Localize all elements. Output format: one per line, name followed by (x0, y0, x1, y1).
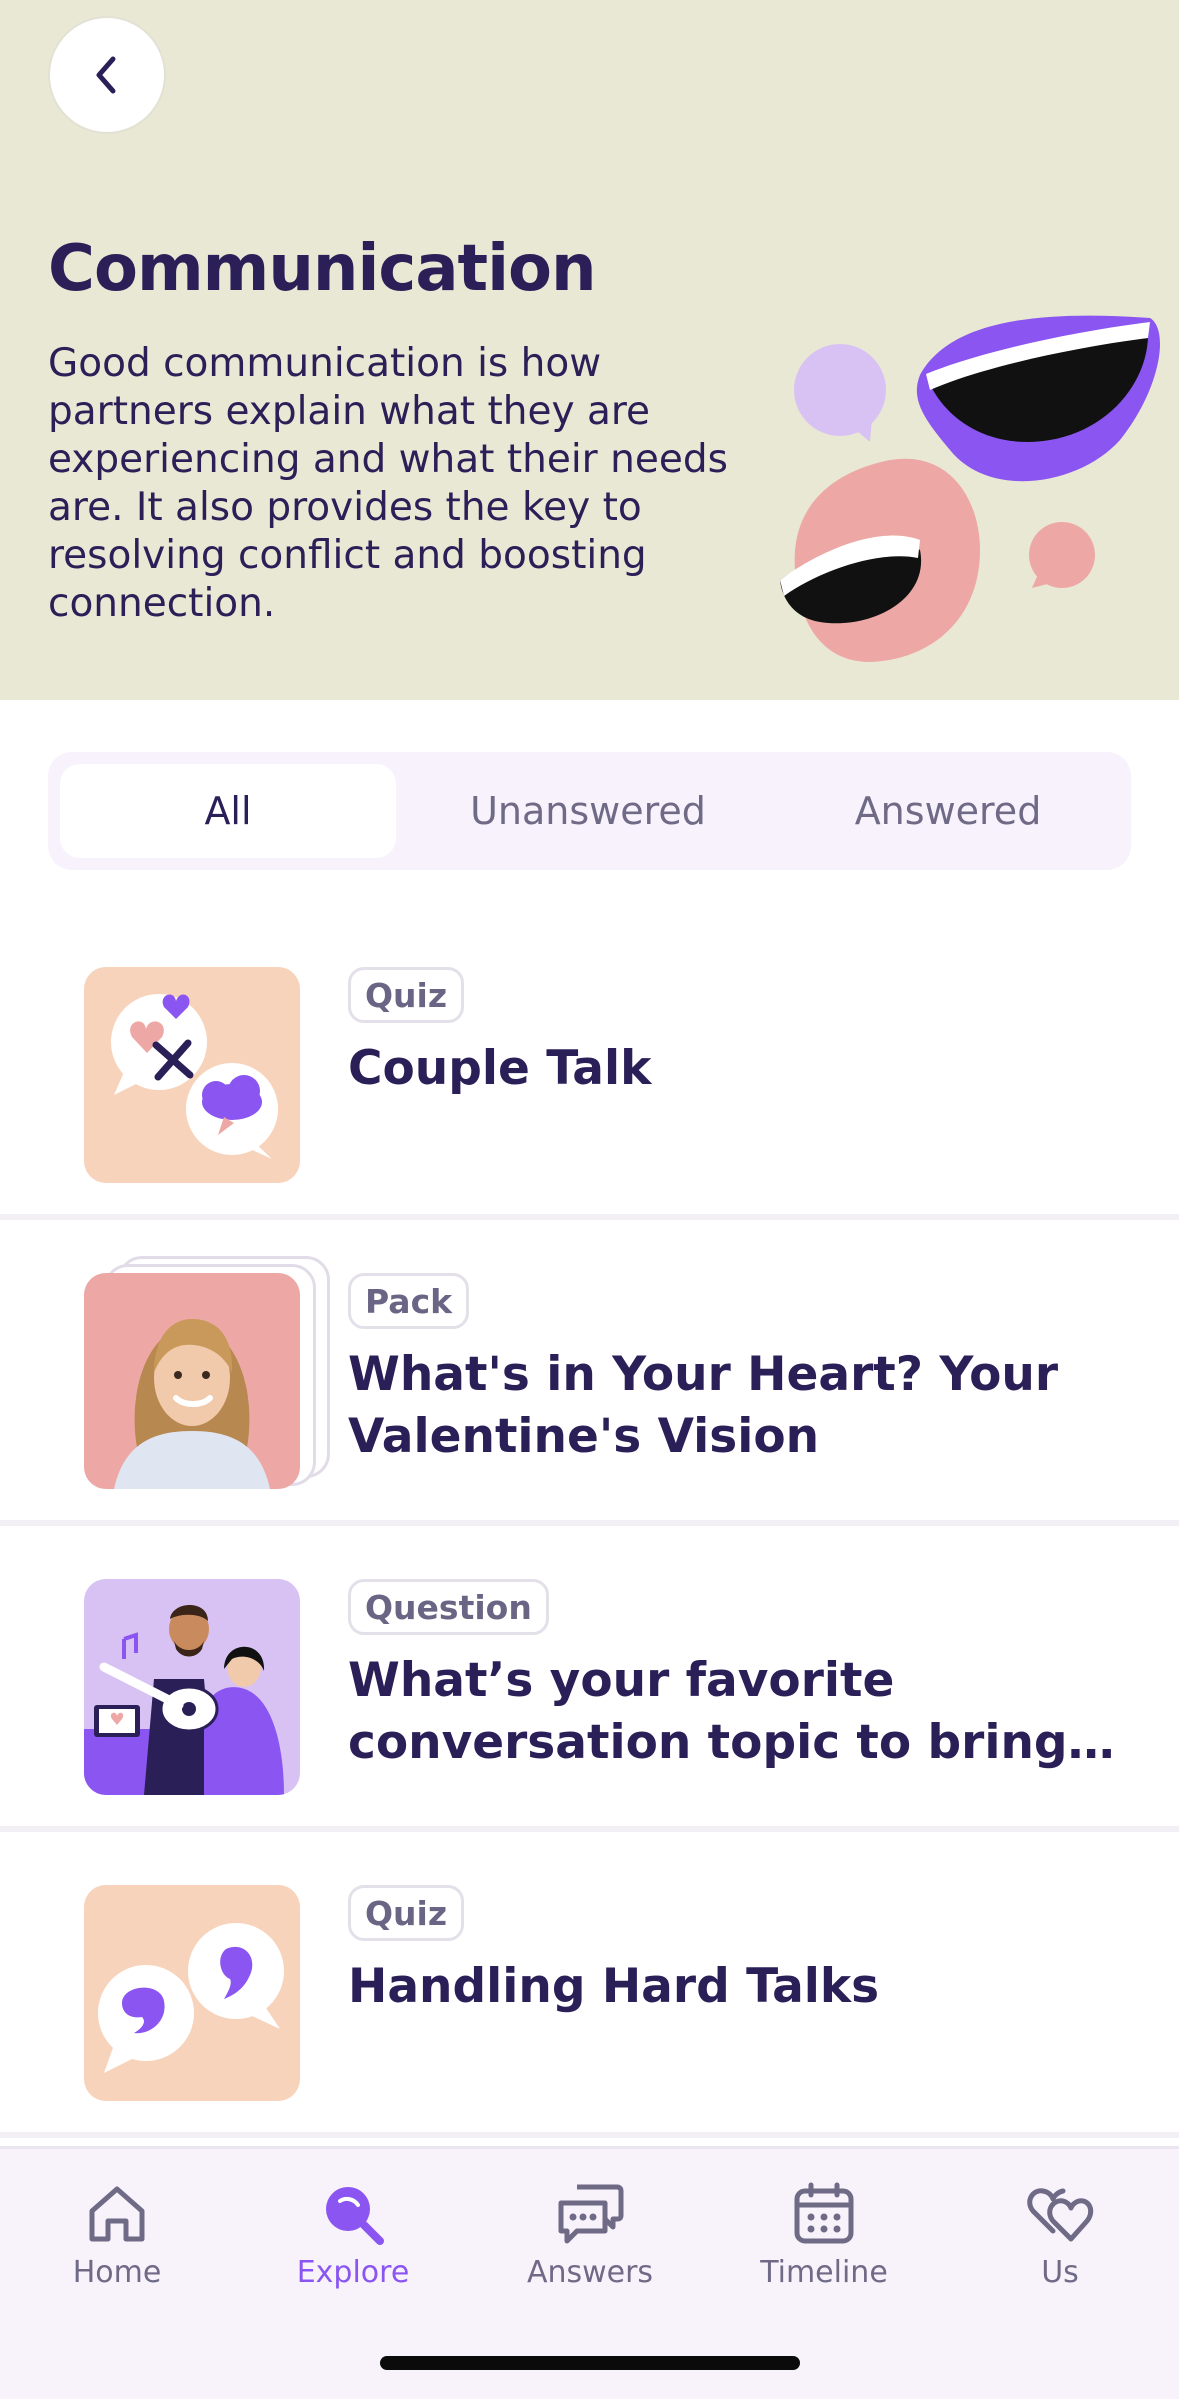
pack-thumbnail (84, 1273, 300, 1489)
tab-timeline[interactable]: Timeline (724, 2179, 924, 2309)
couple-guitar-illustration (84, 1605, 284, 1795)
quote-bubbles-icon (98, 1923, 284, 2073)
item-type-badge: Pack (348, 1273, 470, 1329)
hearts-icon (1027, 2188, 1094, 2242)
item-title: What’s your favorite conversation topic … (348, 1653, 1068, 1770)
list-item[interactable]: Quiz Couple Talk (0, 912, 1179, 1220)
page-title: Communication (48, 232, 597, 306)
question-thumbnail (84, 1579, 300, 1795)
page-description: Good communication is how partners expla… (48, 341, 728, 626)
tab-us[interactable]: Us (960, 2179, 1160, 2309)
chat-bubbles-icon (558, 2184, 624, 2244)
explore-icon (326, 2187, 384, 2245)
item-title: Handling Hard Talks (348, 1959, 880, 2014)
filter-tab-all[interactable]: All (60, 764, 396, 858)
list-item[interactable]: Pack What's in Your Heart? Your Valentin… (0, 1218, 1179, 1526)
filter-tab-answered[interactable]: Answered (780, 764, 1116, 858)
back-button[interactable] (50, 18, 164, 132)
quiz-thumbnail (84, 1885, 300, 2101)
home-indicator (380, 2356, 800, 2370)
item-title: What's in Your Heart? Your Valentine's V… (348, 1347, 1059, 1464)
header-hero: Communication Good communication is how … (0, 0, 1179, 700)
talking-mouths-illustration (780, 315, 1160, 662)
quiz-thumbnail (84, 967, 300, 1183)
item-type-badge: Quiz (348, 967, 465, 1023)
tab-label: Answers (526, 2255, 654, 2290)
tab-explore[interactable]: Explore (253, 2179, 453, 2309)
tab-label: Home (72, 2255, 162, 2290)
tab-label: Explore (296, 2255, 410, 2290)
item-type-badge: Quiz (348, 1885, 465, 1941)
calendar-icon (794, 2182, 854, 2244)
filter-tab-unanswered[interactable]: Unanswered (420, 764, 756, 858)
home-icon (89, 2186, 145, 2242)
filter-segmented-control: All Unanswered Answered (48, 752, 1131, 870)
list-item[interactable]: Quiz Handling Hard Talks (0, 1830, 1179, 2138)
portrait-avatar (114, 1319, 270, 1489)
item-title: Couple Talk (348, 1041, 652, 1096)
tab-home[interactable]: Home (17, 2179, 217, 2309)
speech-bubbles-icon (111, 994, 278, 1159)
tab-answers[interactable]: Answers (490, 2179, 690, 2309)
chevron-left-icon (96, 56, 116, 94)
list-item[interactable]: Question What’s your favorite conversati… (0, 1524, 1179, 1832)
tab-label: Timeline (760, 2255, 888, 2290)
tab-label: Us (1041, 2255, 1079, 2290)
item-type-badge: Question (348, 1579, 549, 1635)
